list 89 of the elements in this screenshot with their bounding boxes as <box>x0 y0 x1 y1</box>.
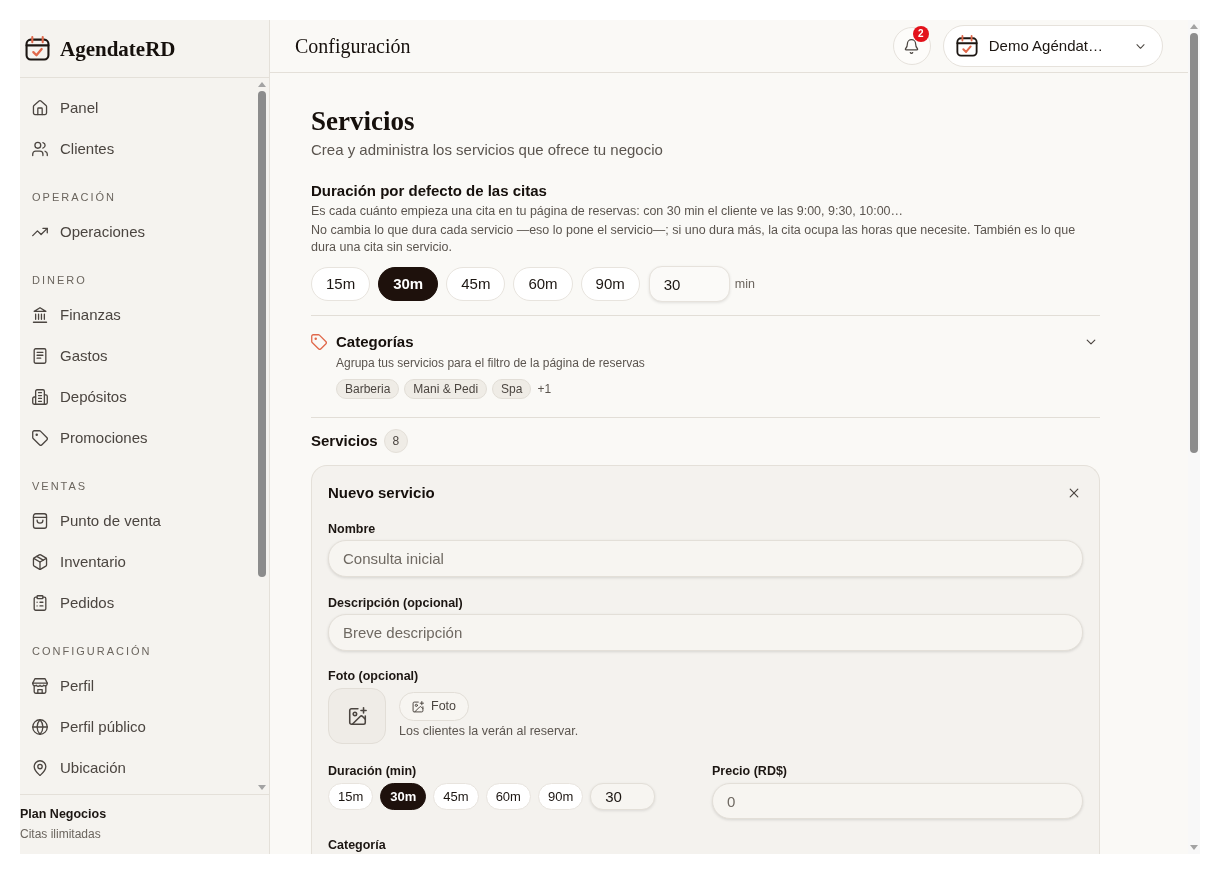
nav-section-heading: OPERACIÓN <box>32 191 116 203</box>
scroll-down-icon <box>1190 845 1198 850</box>
page-subtitle: Crea y administra los servicios que ofrece tu negocio <box>311 140 664 160</box>
page-heading: Configuración <box>295 34 411 58</box>
scrollbar-thumb[interactable] <box>258 91 266 577</box>
close-icon <box>1067 486 1081 500</box>
map-pin-icon <box>32 759 48 776</box>
duration-input[interactable]: 30 <box>590 783 656 810</box>
store-icon <box>32 677 48 694</box>
help-text: Los clientes la verán al reservar. <box>399 723 579 740</box>
users-icon <box>32 140 48 157</box>
brand-name: AgendateRD <box>60 35 176 62</box>
globe-icon <box>32 718 48 735</box>
photo-upload-tile[interactable] <box>328 688 386 744</box>
more-count: +1 <box>537 381 552 398</box>
nav-item[interactable]: Punto de venta <box>32 510 161 531</box>
nav-item[interactable]: Perfil público <box>32 716 146 737</box>
category-chip: Mani & Pedi <box>404 379 488 399</box>
nav-item[interactable]: Operaciones <box>32 221 146 242</box>
duration-option[interactable]: 30m <box>380 783 427 810</box>
field-label: Descripción (opcional) <box>328 595 464 612</box>
nav-item[interactable]: Clientes <box>32 138 115 159</box>
count-badge: 8 <box>383 429 408 453</box>
nav-item[interactable]: Perfil <box>32 675 95 696</box>
help-text: No cambia lo que dura cada servicio —eso lo pone el servicio—; si uno dura más, la cita ocupa las horas que necesite. También es lo que dura una cita sin servicio. <box>311 222 1077 256</box>
section-title: Categorías <box>336 332 414 352</box>
nav-item[interactable]: Panel <box>32 97 99 118</box>
plan-detail: Citas ilimitadas <box>20 826 101 843</box>
nav-item[interactable]: Pedidos <box>32 592 115 613</box>
nav-section-heading: DINERO <box>32 274 87 286</box>
duration-option[interactable]: 45m <box>433 783 479 810</box>
upload-photo-button[interactable]: Foto <box>399 692 469 721</box>
price-input[interactable]: 0 <box>712 783 1083 819</box>
duration-option[interactable]: 90m <box>537 783 584 810</box>
scroll-up-icon <box>258 82 266 87</box>
calendar-check-icon <box>25 36 50 61</box>
tag-icon <box>311 334 327 350</box>
field-label: Precio (RD$) <box>712 763 789 780</box>
notification-badge: 2 <box>912 26 929 42</box>
section-title: Servicios <box>311 431 378 451</box>
duration-option[interactable]: 45m <box>446 267 506 301</box>
bank-icon <box>32 306 48 323</box>
help-text: Es cada cuánto empieza una cita en tu página de reservas: con 30 min el cliente ve las 9:00, 9:30, 10:00… <box>311 203 905 220</box>
image-plus-icon <box>347 706 367 726</box>
home-icon <box>32 99 48 116</box>
close-button[interactable] <box>1067 486 1081 500</box>
page-title: Servicios <box>311 105 416 137</box>
category-chip: Spa <box>492 379 532 399</box>
plan-name: Plan Negocios <box>20 806 107 823</box>
building-icon <box>32 388 48 405</box>
duration-option[interactable]: 60m <box>485 783 531 810</box>
scrollbar-thumb[interactable] <box>1190 33 1198 453</box>
field-label: Nombre <box>328 521 377 538</box>
duration-option[interactable]: 15m <box>328 783 374 810</box>
duration-option[interactable]: 15m <box>311 267 371 301</box>
category-chip: Barberia <box>336 379 400 399</box>
duration-option[interactable]: 90m <box>580 267 640 301</box>
card-title: Nuevo servicio <box>328 483 435 503</box>
nav-section-heading: CONFIGURACIÓN <box>32 645 152 657</box>
box-icon <box>32 553 48 570</box>
nav-item[interactable]: Depósitos <box>32 386 127 407</box>
duration-input[interactable]: 30 <box>648 266 730 302</box>
nav-item[interactable]: Ubicación <box>32 757 126 778</box>
unit-label: min <box>734 275 755 293</box>
bag-icon <box>32 512 48 529</box>
scroll-down-icon <box>258 785 266 790</box>
account-menu-button[interactable]: Demo Agéndat… <box>942 25 1163 67</box>
duration-option[interactable]: 30m <box>378 267 439 301</box>
description-input[interactable]: Breve descripción <box>328 614 1083 651</box>
field-label: Categoría <box>328 837 387 854</box>
image-plus-icon <box>412 700 424 713</box>
name-input[interactable]: Consulta inicial <box>328 540 1083 577</box>
nav-item[interactable]: Promociones <box>32 427 148 448</box>
nav-item[interactable]: Finanzas <box>32 304 121 325</box>
scroll-up-icon <box>1190 24 1198 29</box>
nav-item[interactable]: Gastos <box>32 345 108 366</box>
field-label: Duración (min) <box>328 763 418 780</box>
bell-icon <box>904 38 920 54</box>
notifications-button[interactable]: 2 <box>892 27 931 65</box>
section-title: Duración por defecto de las citas <box>311 181 548 201</box>
document-icon <box>32 347 48 364</box>
field-label: Foto (opcional) <box>328 668 420 685</box>
help-text: Agrupa tus servicios para el filtro de la página de reservas <box>336 355 646 371</box>
nav-item[interactable]: Inventario <box>32 551 126 572</box>
clipboard-icon <box>32 594 48 611</box>
calendar-check-icon <box>955 35 978 57</box>
tag-icon <box>32 429 48 446</box>
nav-section-heading: VENTAS <box>32 480 88 492</box>
duration-option[interactable]: 60m <box>513 267 573 301</box>
